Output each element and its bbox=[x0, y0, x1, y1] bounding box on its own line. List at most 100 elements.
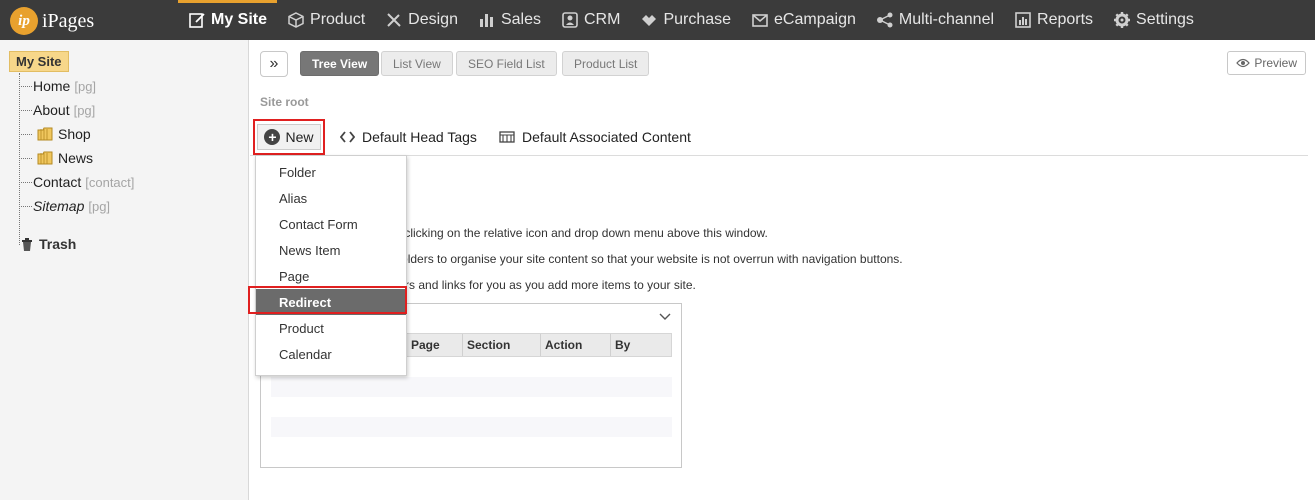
tree-item-label: Contact bbox=[33, 174, 82, 190]
default-head-tags-button[interactable]: Default Head Tags bbox=[340, 129, 477, 145]
table-header-cell: By bbox=[610, 334, 671, 356]
content-blocks-icon bbox=[499, 131, 515, 143]
table-header-cell: Section bbox=[462, 334, 540, 356]
nav-label: My Site bbox=[211, 11, 268, 28]
nav-label: Multi-channel bbox=[898, 11, 995, 28]
tree-item-contact[interactable]: Contact [contact] bbox=[19, 172, 134, 192]
network-icon bbox=[876, 11, 894, 29]
nav-label: Sales bbox=[500, 11, 541, 28]
trash-icon bbox=[22, 237, 32, 251]
dropdown-item-calendar[interactable]: Calendar bbox=[256, 341, 406, 367]
dropdown-item-news-item[interactable]: News Item bbox=[256, 237, 406, 263]
tree-item-shop[interactable]: Shop bbox=[19, 124, 91, 144]
dropdown-item-alias[interactable]: Alias bbox=[256, 185, 406, 211]
new-button-inner: + New bbox=[257, 124, 321, 150]
tree-item-label: News bbox=[58, 150, 94, 166]
tree-item-tag: [pg] bbox=[88, 198, 111, 214]
table-row bbox=[271, 437, 672, 457]
nav-label: Purchase bbox=[663, 11, 732, 28]
nav-my-site[interactable]: My Site bbox=[178, 0, 278, 40]
default-head-tags-label: Default Head Tags bbox=[362, 129, 477, 145]
nav-purchase[interactable]: Purchase bbox=[630, 0, 741, 40]
tree-item-label: About bbox=[33, 102, 70, 118]
table-row bbox=[271, 417, 672, 437]
dropdown-item-contact-form[interactable]: Contact Form bbox=[256, 211, 406, 237]
tab-tree-view[interactable]: Tree View bbox=[300, 51, 380, 76]
new-item-dropdown: Folder Alias Contact Form News Item Page… bbox=[255, 155, 407, 376]
site-tree-panel: My Site Home [pg] About [pg] Shop News C… bbox=[0, 40, 249, 500]
code-icon bbox=[340, 131, 355, 143]
preview-button[interactable]: Preview bbox=[1227, 51, 1306, 75]
new-button-label: New bbox=[285, 129, 314, 145]
tree-item-label: Sitemap bbox=[33, 198, 85, 214]
table-header-cell: Action bbox=[540, 334, 610, 356]
nav-settings[interactable]: Settings bbox=[1103, 0, 1204, 40]
cube-icon bbox=[287, 11, 305, 29]
help-text-line: rs by clicking on the relative icon and … bbox=[375, 226, 768, 240]
folder-icon bbox=[37, 127, 53, 141]
eye-icon bbox=[1236, 58, 1251, 68]
tree-item-tag: [pg] bbox=[73, 102, 96, 118]
nav-ecampaign[interactable]: eCampaign bbox=[741, 0, 866, 40]
main-content: » Tree View List View SEO Field List Pro… bbox=[250, 40, 1315, 500]
default-associated-content-button[interactable]: Default Associated Content bbox=[499, 129, 691, 145]
nav-label: CRM bbox=[584, 11, 621, 28]
nav-multi-channel[interactable]: Multi-channel bbox=[866, 0, 1004, 40]
nav-label: Reports bbox=[1037, 11, 1094, 28]
tree-item-tag: [contact] bbox=[85, 174, 135, 190]
tree-item-trash[interactable]: Trash bbox=[21, 236, 76, 252]
dropdown-item-product[interactable]: Product bbox=[256, 315, 406, 341]
table-header-cell: Page bbox=[406, 334, 462, 356]
contact-card-icon bbox=[561, 11, 579, 29]
handshake-icon bbox=[640, 11, 658, 29]
tree-item-label: Home bbox=[33, 78, 71, 94]
dropdown-item-folder[interactable]: Folder bbox=[256, 159, 406, 185]
logo-text: iPages bbox=[42, 9, 95, 32]
trash-label: Trash bbox=[39, 236, 77, 252]
help-text-line: on bars and links for you as you add mor… bbox=[375, 278, 696, 292]
envelope-icon bbox=[751, 11, 769, 29]
tree-item-sitemap[interactable]: Sitemap [pg] bbox=[19, 196, 110, 216]
report-icon bbox=[1014, 11, 1032, 29]
tree-item-about[interactable]: About [pg] bbox=[19, 100, 95, 120]
bar-chart-icon bbox=[478, 11, 496, 29]
app-logo[interactable]: ip iPages bbox=[10, 7, 94, 35]
breadcrumb: Site root bbox=[260, 95, 309, 109]
chevron-down-icon[interactable] bbox=[659, 313, 671, 321]
logo-mark: ip bbox=[10, 7, 38, 35]
main-nav: My Site Product Design Sales CRM Purchas… bbox=[178, 0, 1204, 40]
preview-label: Preview bbox=[1254, 56, 1297, 70]
nav-label: Settings bbox=[1136, 11, 1194, 28]
nav-label: eCampaign bbox=[774, 11, 856, 28]
expand-panel-button[interactable]: » bbox=[260, 51, 288, 77]
new-button[interactable]: + New bbox=[253, 119, 325, 155]
tab-list-view[interactable]: List View bbox=[381, 51, 453, 76]
tab-seo-field-list[interactable]: SEO Field List bbox=[456, 51, 557, 76]
nav-design[interactable]: Design bbox=[375, 0, 468, 40]
nav-label: Product bbox=[310, 11, 366, 28]
nav-reports[interactable]: Reports bbox=[1004, 0, 1103, 40]
gear-icon bbox=[1113, 11, 1131, 29]
pencil-ruler-icon bbox=[385, 11, 403, 29]
tree-item-home[interactable]: Home [pg] bbox=[19, 76, 96, 96]
dropdown-item-redirect[interactable]: Redirect bbox=[256, 289, 406, 315]
top-navigation-bar: ip iPages My Site Product Design Sales C… bbox=[0, 0, 1315, 40]
dropdown-item-page[interactable]: Page bbox=[256, 263, 406, 289]
nav-product[interactable]: Product bbox=[277, 0, 375, 40]
tree-item-news[interactable]: News bbox=[19, 148, 93, 168]
action-bar: + New Default Head Tags Default Associat… bbox=[250, 118, 1308, 156]
nav-crm[interactable]: CRM bbox=[551, 0, 630, 40]
edit-icon bbox=[188, 11, 206, 29]
tree-item-tag: [pg] bbox=[74, 78, 97, 94]
default-associated-content-label: Default Associated Content bbox=[522, 129, 691, 145]
tree-item-label: Shop bbox=[58, 126, 91, 142]
help-text-line: use folders to organise your site conten… bbox=[375, 252, 903, 266]
tab-product-list[interactable]: Product List bbox=[562, 51, 650, 76]
tree-root-my-site[interactable]: My Site bbox=[9, 51, 69, 72]
folder-icon bbox=[37, 151, 53, 165]
plus-circle-icon: + bbox=[264, 129, 281, 145]
nav-sales[interactable]: Sales bbox=[468, 0, 551, 40]
nav-label: Design bbox=[408, 11, 458, 28]
table-row bbox=[271, 377, 672, 397]
table-row bbox=[271, 397, 672, 417]
